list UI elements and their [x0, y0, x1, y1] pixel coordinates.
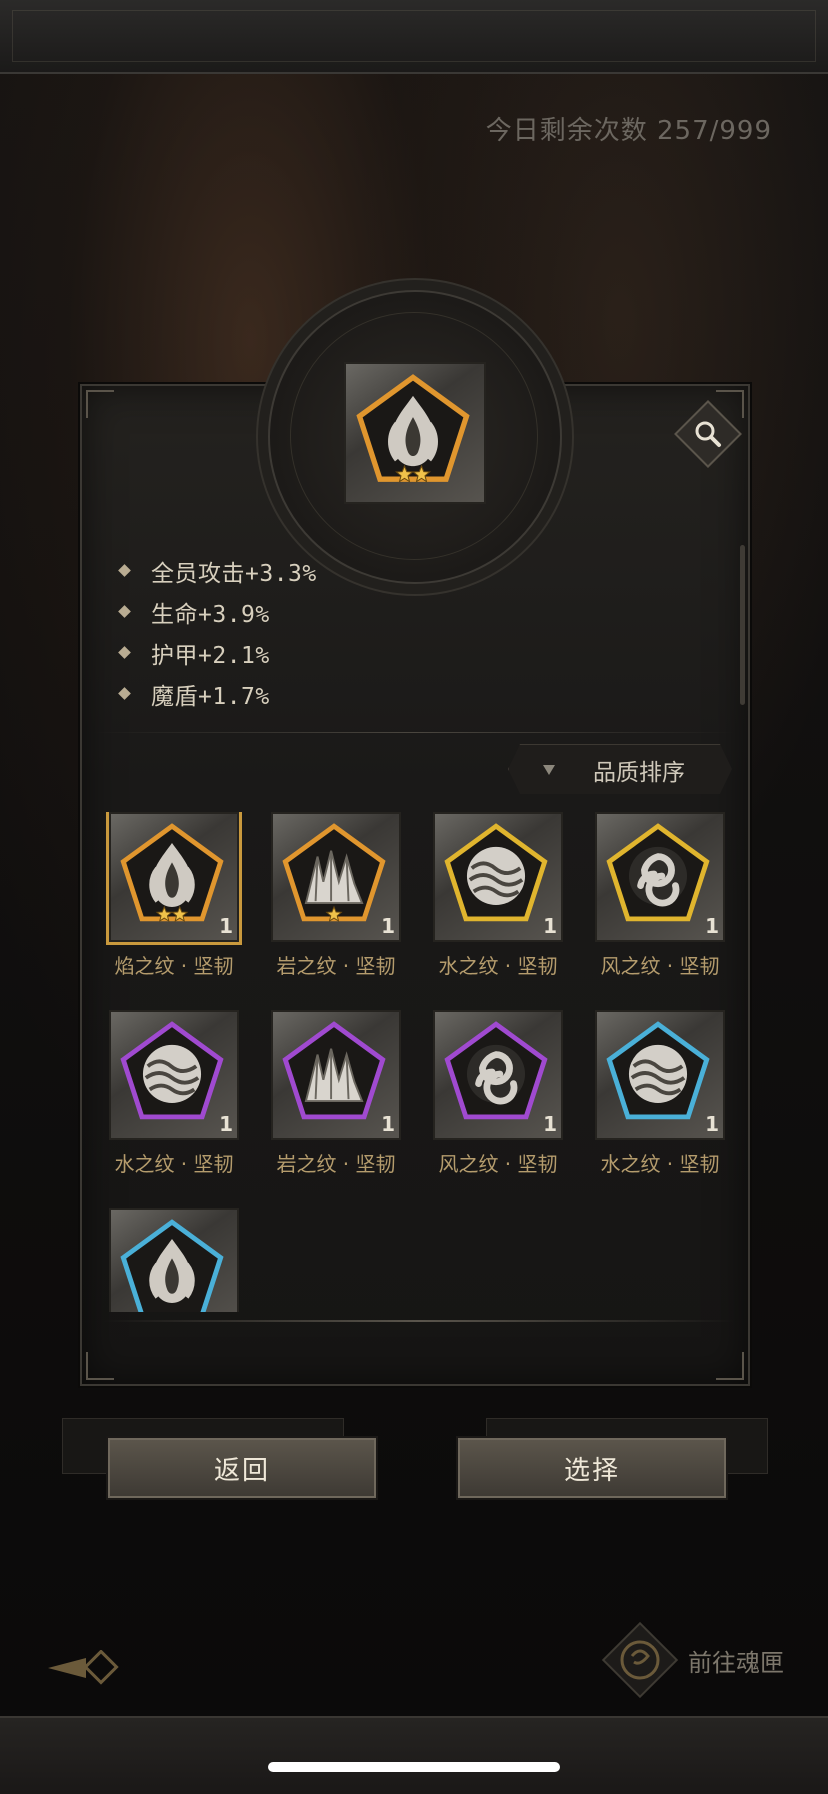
diamond-bullet-icon [118, 687, 131, 700]
selected-rune-icon [344, 362, 486, 504]
top-frame [0, 0, 828, 74]
flame-rune-icon [109, 1208, 239, 1312]
panel-corner [86, 390, 114, 418]
rune-count: 1 [543, 914, 557, 938]
stat-item: 护甲+2.1% [118, 632, 317, 673]
rune-name: 风之纹 · 坚韧 [600, 954, 720, 978]
rune-slot[interactable]: 1 风之纹 · 坚韧 [428, 1010, 568, 1177]
panel-corner [86, 1352, 114, 1380]
select-button[interactable]: 选择 [458, 1438, 726, 1498]
caret-down-icon [543, 765, 555, 775]
rune-name: 水之纹 · 坚韧 [114, 1152, 234, 1176]
rune-count: 1 [219, 914, 233, 938]
wind-rune-icon: 1 [595, 812, 725, 942]
diamond-bullet-icon [118, 564, 131, 577]
rune-name: 焰之纹 · 坚韧 [114, 954, 234, 978]
rune-count: 1 [705, 914, 719, 938]
rune-slot[interactable]: 1 岩之纹 · 坚韧 [266, 812, 406, 979]
stat-list: 全员攻击+3.3% 生命+3.9% 护甲+2.1% 魔盾+1.7% [118, 550, 317, 714]
rune-slot[interactable]: 1 岩之纹 · 坚韧 [266, 1010, 406, 1177]
magnifier-icon [692, 418, 724, 450]
wind-rune-icon: 1 [433, 1010, 563, 1140]
rune-slot[interactable]: 1 水之纹 · 坚韧 [590, 1010, 730, 1177]
nav-back-button[interactable] [46, 1649, 122, 1690]
bottom-frame [0, 1716, 828, 1794]
rune-slot[interactable] [104, 1208, 244, 1312]
sort-label: 品质排序 [593, 760, 685, 786]
flame-rune-icon: 1 [109, 812, 239, 942]
rock-rune-icon: 1 [271, 1010, 401, 1140]
rune-grid: 1 焰之纹 · 坚韧 1 岩之纹 · 坚韧 1 水之纹 · 坚韧 1 风之纹 · 坚韧 1 水之纹… [104, 812, 734, 1312]
rune-slot[interactable]: 1 焰之纹 · 坚韧 [104, 812, 244, 979]
section-divider [94, 732, 734, 733]
stat-item: 魔盾+1.7% [118, 673, 317, 714]
rune-name: 风之纹 · 坚韧 [438, 1152, 558, 1176]
water-rune-icon: 1 [595, 1010, 725, 1140]
arrow-left-icon [48, 1649, 119, 1685]
rune-slot[interactable]: 1 水之纹 · 坚韧 [428, 812, 568, 979]
stat-text: 全员攻击+3.3% [151, 560, 317, 587]
rune-name: 水之纹 · 坚韧 [438, 954, 558, 978]
quality-sort-dropdown[interactable]: 品质排序 [508, 744, 732, 794]
rune-name: 岩之纹 · 坚韧 [276, 1152, 396, 1176]
water-rune-icon: 1 [433, 812, 563, 942]
rock-rune-icon: 1 [271, 812, 401, 942]
bottom-nav: 前往魂匣 [0, 1600, 828, 1710]
diamond-bullet-icon [118, 646, 131, 659]
panel-corner [716, 1352, 744, 1380]
stats-scrollbar[interactable] [740, 545, 745, 705]
stat-text: 护甲+2.1% [151, 642, 270, 669]
rune-slot[interactable]: 1 水之纹 · 坚韧 [104, 1010, 244, 1177]
rune-count: 1 [381, 914, 395, 938]
rune-count: 1 [219, 1112, 233, 1136]
stat-item: 全员攻击+3.3% [118, 550, 317, 591]
goto-soul-box-label: 前往魂匣 [688, 1648, 784, 1677]
daily-remaining-count: 今日剩余次数 257/999 [485, 116, 772, 146]
stat-item: 生命+3.9% [118, 591, 317, 632]
rune-slot[interactable]: 1 风之纹 · 坚韧 [590, 812, 730, 979]
stat-text: 生命+3.9% [151, 601, 270, 628]
soul-box-icon [601, 1621, 679, 1699]
goto-soul-box-button[interactable]: 前往魂匣 [600, 1620, 784, 1700]
back-button[interactable]: 返回 [108, 1438, 376, 1498]
rune-count: 1 [381, 1112, 395, 1136]
home-indicator[interactable] [268, 1762, 560, 1772]
stat-text: 魔盾+1.7% [151, 683, 270, 710]
rune-name: 岩之纹 · 坚韧 [276, 954, 396, 978]
rune-name: 水之纹 · 坚韧 [600, 1152, 720, 1176]
rune-count: 1 [705, 1112, 719, 1136]
water-rune-icon: 1 [109, 1010, 239, 1140]
rune-count: 1 [543, 1112, 557, 1136]
diamond-bullet-icon [118, 605, 131, 618]
grid-bottom-divider [104, 1320, 734, 1322]
